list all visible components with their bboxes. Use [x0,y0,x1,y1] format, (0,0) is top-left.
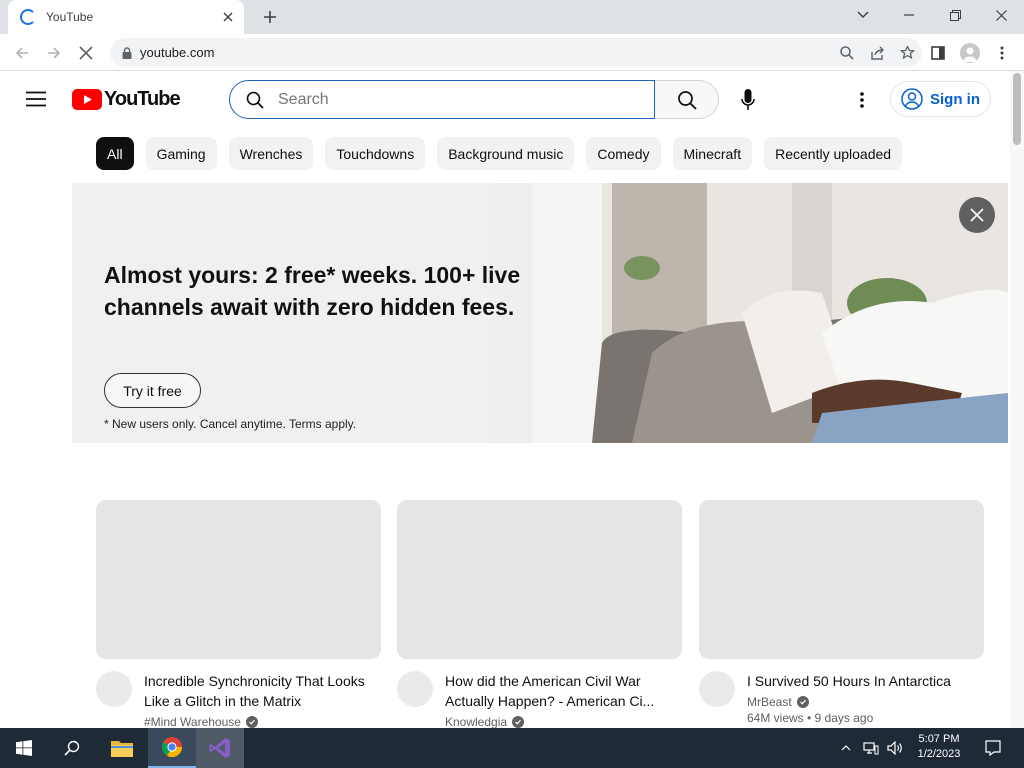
file-explorer-icon[interactable] [98,728,146,768]
channel-avatar[interactable] [699,671,735,707]
browser-tab-strip: YouTube [0,0,1024,34]
chrome-taskbar-icon[interactable] [148,728,196,768]
chrome-menu-icon[interactable] [988,39,1016,67]
video-title[interactable]: How did the American Civil War Actually … [445,671,677,711]
new-tab-button[interactable] [258,6,282,28]
channel-name[interactable]: #Mind Warehouse [144,715,241,728]
video-title[interactable]: Incredible Synchronicity That Looks Like… [144,671,376,711]
settings-kebab-menu-icon[interactable] [848,86,876,114]
tab-title: YouTube [46,10,94,24]
youtube-logo[interactable]: YouTube [72,88,181,111]
verified-check-icon [796,696,809,708]
logo-wordmark: YouTube [104,88,181,110]
close-ad-icon[interactable] [959,197,995,233]
ad-fine-print: * New users only. Cancel anytime. Terms … [104,417,357,431]
video-meta: 64M views • 9 days ago [747,711,874,725]
tab-search-chevron-down-icon[interactable] [840,0,886,30]
loading-spinner-icon [20,9,36,25]
chip-background-music[interactable]: Background music [437,137,575,170]
video-card[interactable]: How did the American Civil War Actually … [397,500,682,728]
notification-center-icon[interactable] [976,728,1010,768]
close-window-icon[interactable] [978,0,1024,30]
video-card[interactable]: Incredible Synchronicity That Looks Like… [96,500,381,728]
verified-check-icon [512,716,525,728]
sign-in-button[interactable]: Sign in [890,81,991,117]
channel-avatar[interactable] [397,671,433,707]
system-clock[interactable]: 5:07 PM 1/2/2023 [910,732,968,762]
chip-minecraft[interactable]: Minecraft [672,137,753,170]
category-chips: All Gaming Wrenches Touchdowns Backgroun… [96,137,903,170]
video-thumbnail[interactable] [96,500,381,659]
visual-studio-icon[interactable] [196,728,244,768]
scrollbar-thumb[interactable] [1013,73,1021,145]
zoom-search-icon[interactable] [832,39,862,67]
taskbar-search-icon[interactable] [48,728,96,768]
restore-window-icon[interactable] [932,0,978,30]
windows-start-icon[interactable] [0,728,48,768]
volume-icon[interactable] [884,728,906,768]
ad-photo [492,183,1008,443]
windows-taskbar: 5:07 PM 1/2/2023 [0,728,1024,768]
video-title[interactable]: I Survived 50 Hours In Antarctica [747,671,979,691]
channel-name[interactable]: Knowledgia [445,715,507,728]
search-icon [246,91,264,109]
share-icon[interactable] [862,39,892,67]
video-thumbnail[interactable] [397,500,682,659]
hamburger-menu-icon[interactable] [20,83,52,115]
search-button[interactable] [655,80,719,119]
video-thumbnail[interactable] [699,500,984,659]
tab-youtube[interactable]: YouTube [8,0,244,34]
profile-avatar-icon[interactable] [956,39,984,67]
address-bar[interactable]: youtube.com [110,38,922,67]
clock-date: 1/2/2023 [917,748,961,760]
youtube-play-icon [72,89,102,110]
video-card[interactable]: I Survived 50 Hours In Antarctica MrBeas… [699,500,984,725]
chip-comedy[interactable]: Comedy [586,137,661,170]
search-input[interactable] [278,90,618,109]
page-scrollbar[interactable] [1010,71,1024,728]
url-text[interactable]: youtube.com [140,45,832,60]
chip-wrenches[interactable]: Wrenches [228,137,314,170]
chip-touchdowns[interactable]: Touchdowns [325,137,426,170]
bookmark-star-icon[interactable] [892,39,922,67]
search-box[interactable] [229,80,655,119]
microphone-icon [740,88,755,111]
youtube-page: YouTube Sign in All Gaming Wrenches Touc… [0,71,1010,728]
ad-headline: Almost yours: 2 free* weeks. 100+ live c… [104,262,521,320]
chip-gaming[interactable]: Gaming [145,137,217,170]
chip-recently-uploaded[interactable]: Recently uploaded [764,137,903,170]
clock-time: 5:07 PM [918,733,960,745]
browser-toolbar: youtube.com [0,34,1024,71]
close-tab-icon[interactable] [220,9,236,25]
back-arrow-icon[interactable] [8,39,36,67]
network-icon[interactable] [860,728,882,768]
chip-all[interactable]: All [96,137,134,170]
verified-check-icon [245,716,258,728]
ad-banner[interactable]: Almost yours: 2 free* weeks. 100+ live c… [72,183,1008,443]
lock-icon[interactable] [122,46,132,59]
minimize-window-icon[interactable] [886,0,932,30]
sign-in-label: Sign in [930,90,980,108]
try-it-free-button[interactable]: Try it free [104,373,201,408]
account-circle-icon [901,88,923,110]
voice-search-button[interactable] [728,80,767,119]
stop-loading-icon[interactable] [72,39,100,67]
channel-name[interactable]: MrBeast [747,695,792,709]
search-submit-icon [677,90,697,110]
show-hidden-icons-chevron-up-icon[interactable] [836,728,856,768]
channel-avatar[interactable] [96,671,132,707]
forward-arrow-icon[interactable] [40,39,68,67]
side-panel-icon[interactable] [924,39,952,67]
